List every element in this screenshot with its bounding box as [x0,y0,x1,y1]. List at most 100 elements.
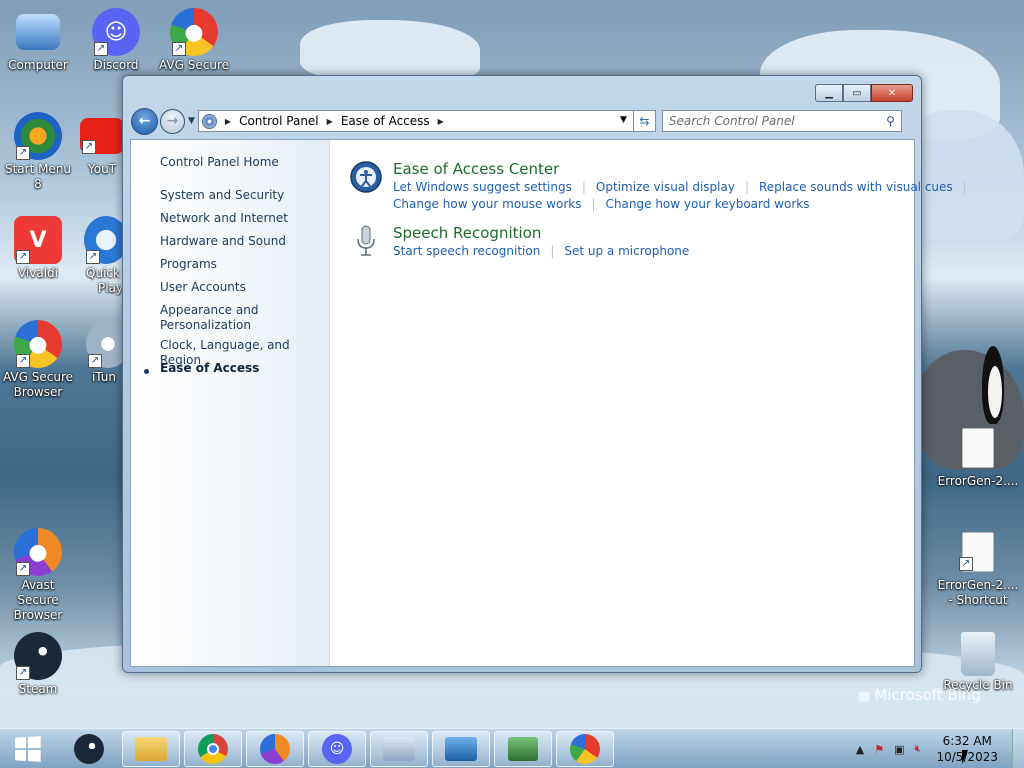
chrome-icon [198,734,228,764]
desktop-icon-avg-secure-browser[interactable]: ● ↗ AVG Secure Browser [0,320,76,400]
link-optimize-visual-display[interactable]: Optimize visual display [596,180,735,194]
avg-browser-icon: ● ↗ [170,8,218,56]
nav-label-line: Appearance and [160,303,259,317]
forward-button[interactable]: → [160,108,185,134]
desktop-icon-vivaldi[interactable]: V ↗ Vivaldi [0,216,76,281]
steam-icon [74,734,104,764]
close-icon: ✕ [887,87,897,99]
desktop-icon-itunes[interactable]: ↗ iTun [86,320,122,385]
breadcrumb-control-panel[interactable]: Control Panel [239,114,319,128]
desktop-icon-label: Vivaldi [17,266,59,280]
quicktime-icon: ↗ [84,216,122,264]
link-replace-sounds[interactable]: Replace sounds with visual cues [759,180,953,194]
nav-control-panel-home[interactable]: Control Panel Home [160,155,279,170]
control-panel-window[interactable]: ▁ ▭ ✕ ← → ▼ ▶ Control Panel ▶ Ease of Ac… [122,75,967,673]
nav-hardware-and-sound[interactable]: Hardware and Sound [160,234,286,249]
system-tray: ▲ ⚑ ▣ 🔇︎ 6:32 AM 10/5/2023 [851,729,1024,768]
nav-system-and-security[interactable]: System and Security [160,188,284,203]
desktop-icon-steam[interactable]: ↗ Steam [0,632,76,697]
taskbar-avg-browser[interactable] [556,731,614,767]
refresh-icon: ⇆ [639,114,650,128]
show-desktop-button[interactable] [1012,729,1024,768]
ease-of-access-icon [350,161,382,193]
link-divider: | [581,180,586,194]
nav-network-and-internet[interactable]: Network and Internet [160,211,288,226]
search-input[interactable]: Search Control Panel ⚲ [661,110,902,132]
category-title[interactable]: Speech Recognition [393,224,541,242]
minimize-button[interactable]: ▁ [815,84,843,102]
mouse-cursor-icon [962,750,968,764]
nav-user-accounts[interactable]: User Accounts [160,280,246,295]
desktop-icon-start-menu-8[interactable]: ↗ Start Menu 8 [0,112,76,192]
desktop-icon-label: iTun [91,370,117,384]
search-placeholder: Search Control Panel [668,114,795,128]
breadcrumb-separator-icon[interactable]: ▶ [327,117,333,126]
volume-muted-icon[interactable]: 🔇︎ [915,742,922,756]
penguin-figure [982,346,1004,424]
link-let-windows-suggest[interactable]: Let Windows suggest settings [393,180,572,194]
desktop-icon-label: Quick [86,266,120,280]
nav-programs[interactable]: Programs [160,257,217,272]
breadcrumb-ease-of-access[interactable]: Ease of Access [341,114,430,128]
iceberg-shape [300,20,480,80]
desktop-icon-quicktime[interactable]: ↗ Quick Play [84,216,122,296]
desktop-icon-label: Steam [18,682,58,696]
discord-icon: ☺ ↗ [92,8,140,56]
windows-logo-icon [15,736,41,762]
avg-browser-icon [570,734,600,764]
desktop-icon-errorgen[interactable]: ErrorGen-2.... [936,428,1020,489]
desktop-icon-label: ErrorGen-2.... [937,474,1019,488]
back-button[interactable]: ← [131,107,158,135]
taskbar: ☺ ▲ ⚑ ▣ 🔇︎ 6:32 AM 10/5/2023 [0,728,1024,768]
desktop-icon-avg-secure[interactable]: ● ↗ AVG Secure [156,8,232,73]
itunes-icon: ↗ [86,320,122,368]
taskbar-keyboard-app[interactable] [370,731,428,767]
desktop-icon-youtube[interactable]: ↗ YouT [80,112,124,177]
category-speech-recognition: Speech Recognition Start speech recognit… [349,224,909,264]
maximize-button[interactable]: ▭ [843,84,871,102]
control-panel-icon [445,737,477,761]
taskbar-steam[interactable] [60,731,118,767]
breadcrumb-separator-icon[interactable]: ▶ [438,117,444,126]
taskbar-discord[interactable]: ☺ [308,731,366,767]
avast-browser-icon [260,734,290,764]
desktop-icon-discord[interactable]: ☺ ↗ Discord [78,8,154,73]
bing-watermark: ▦ Microsoft Bing [858,686,981,704]
taskbar-system-app[interactable] [494,731,552,767]
link-start-speech-recognition[interactable]: Start speech recognition [393,244,540,258]
address-dropdown-icon[interactable]: ▼ [620,115,627,125]
monitor-icon [508,737,538,761]
file-icon: ↗ [959,532,994,572]
desktop-icon-recycle-bin[interactable]: Recycle Bin [936,632,1020,693]
keyboard-icon [383,737,415,761]
link-mouse-works[interactable]: Change how your mouse works [393,197,582,211]
nav-appearance-and-personalization[interactable]: Appearance and Personalization [160,303,258,333]
category-title[interactable]: Ease of Access Center [393,160,559,178]
desktop-icon-avast-secure-browser[interactable]: ● ↗ Avast Secure Browser [0,528,76,623]
taskbar-file-explorer[interactable] [122,731,180,767]
recycle-bin-icon [961,632,995,676]
link-divider: | [591,197,596,211]
nav-ease-of-access[interactable]: Ease of Access [160,361,259,376]
link-set-up-microphone[interactable]: Set up a microphone [564,244,689,258]
taskbar-chrome[interactable] [184,731,242,767]
close-button[interactable]: ✕ [871,84,913,102]
desktop-icon-computer[interactable]: Computer [0,8,76,73]
control-panel-icon [201,113,217,129]
search-icon[interactable]: ⚲ [886,114,895,128]
start-button[interactable] [6,733,48,765]
taskbar-control-panel[interactable] [432,731,490,767]
desktop-icon-label: Discord [93,58,139,72]
clock-time: 6:32 AM [942,734,992,748]
desktop-icon-errorgen-shortcut[interactable]: ↗ ErrorGen-2.... - Shortcut [936,532,1020,608]
recent-pages-dropdown[interactable]: ▼ [188,116,195,126]
show-hidden-icons-button[interactable]: ▲ [856,743,864,756]
taskbar-avast-browser[interactable] [246,731,304,767]
network-icon[interactable]: ▣ [894,743,904,756]
window-content: Control Panel Home System and Security N… [130,139,967,667]
file-icon [962,428,994,468]
link-keyboard-works[interactable]: Change how your keyboard works [606,197,810,211]
refresh-button[interactable]: ⇆ [633,110,656,132]
address-bar[interactable]: ▶ Control Panel ▶ Ease of Access ▶ ▼ [197,110,634,132]
action-center-flag-icon[interactable]: ⚑ [874,743,884,756]
